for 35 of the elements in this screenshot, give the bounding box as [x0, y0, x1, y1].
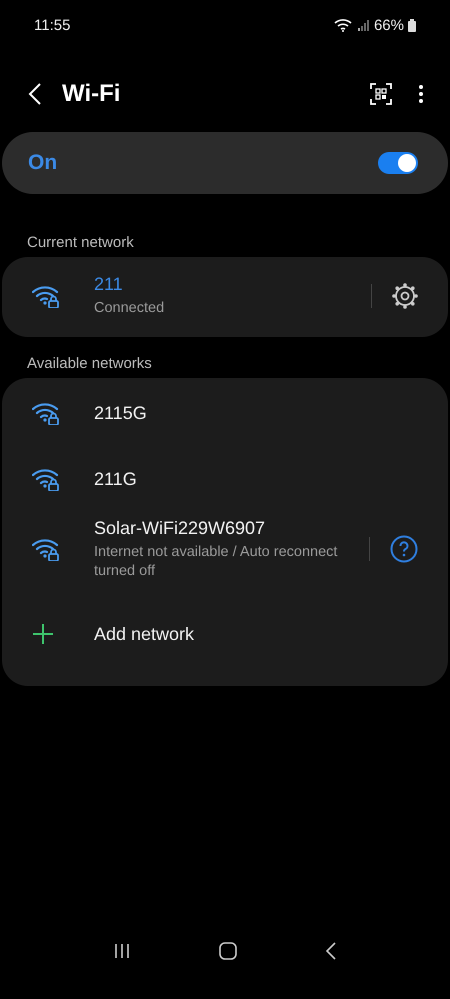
- network-status: Connected: [94, 299, 166, 318]
- network-name: 211G: [94, 468, 138, 490]
- network-item[interactable]: 2115G: [2, 380, 448, 446]
- qr-code-icon[interactable]: [370, 83, 392, 105]
- settings-icon[interactable]: [392, 283, 418, 309]
- section-heading: Current network: [26, 233, 135, 253]
- battery-percent: 66%: [374, 16, 404, 34]
- wifi-switch-bar[interactable]: On: [2, 132, 448, 194]
- status-time: 11:55: [34, 16, 70, 34]
- cell-signal-icon: [358, 19, 370, 31]
- network-name: Solar-WiFi229W6907: [94, 518, 266, 538]
- wifi-lock-icon: [32, 401, 60, 425]
- battery-icon: [408, 18, 416, 32]
- wifi-signal-icon: [334, 18, 354, 32]
- network-status: Internet not available / Auto reconnect turned off: [94, 542, 338, 580]
- wifi-lock-icon: [32, 537, 60, 561]
- help-icon[interactable]: [390, 535, 418, 563]
- wifi-lock-icon: [32, 284, 60, 308]
- network-name: Add network: [94, 624, 196, 644]
- plus-icon: [32, 623, 54, 645]
- add-network-item[interactable]: Add network: [2, 586, 448, 682]
- network-name: 211: [94, 274, 124, 295]
- section-heading: Available networks: [26, 354, 153, 374]
- recent-apps-icon[interactable]: [114, 944, 130, 958]
- home-icon[interactable]: [218, 942, 237, 960]
- wifi-lock-icon: [32, 467, 60, 491]
- switch-label: On: [28, 151, 58, 175]
- page-title: Wi-Fi: [62, 80, 122, 108]
- toggle-switch[interactable]: [378, 152, 418, 174]
- back-icon[interactable]: [326, 942, 336, 960]
- network-item[interactable]: Solar-WiFi229W6907 Internet not available / Auto reconnect turned off: [2, 512, 448, 586]
- network-item[interactable]: 211G: [2, 446, 448, 512]
- network-name: 2115G: [94, 402, 148, 424]
- more-options-icon[interactable]: [418, 84, 424, 104]
- network-item[interactable]: 211 Connected: [2, 259, 448, 333]
